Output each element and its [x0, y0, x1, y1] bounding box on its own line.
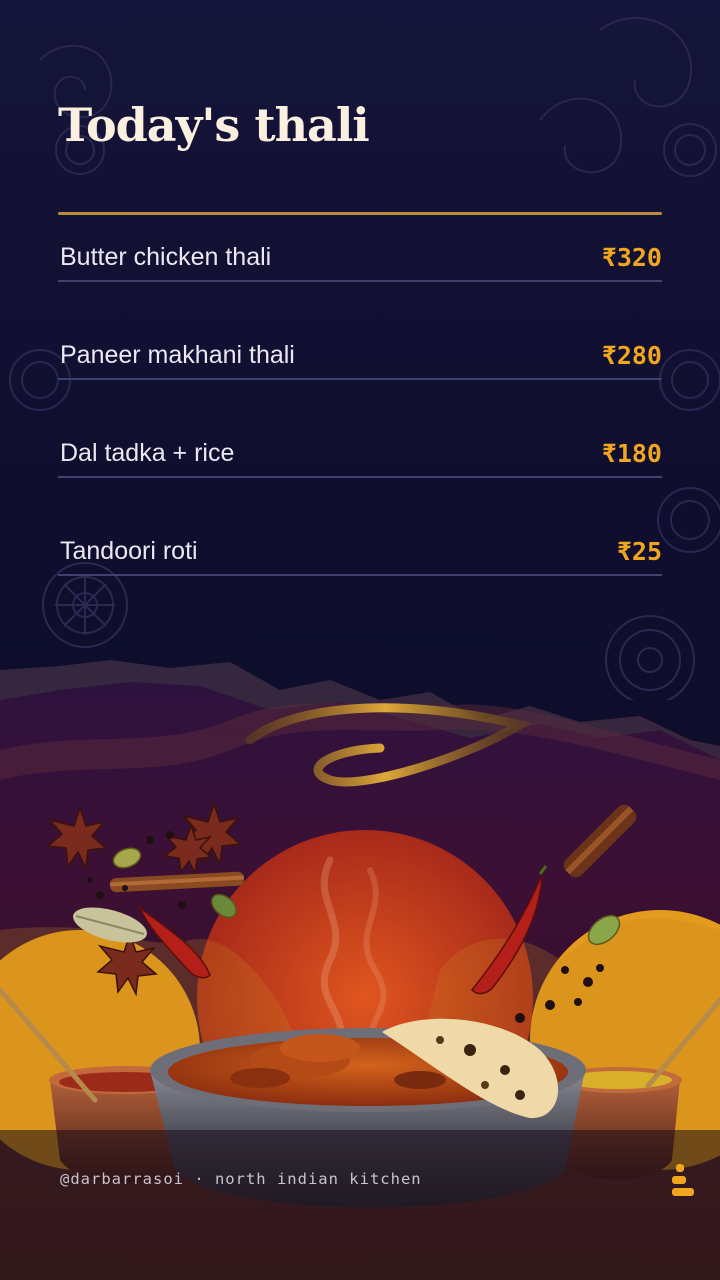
menu-item-price: ₹280 — [601, 341, 662, 370]
story-canvas: Today's thali Butter chicken thali ₹320 … — [0, 0, 720, 1280]
menu-item-price: ₹180 — [601, 439, 662, 468]
footer-handle: @darbarrasoi · north indian kitchen — [60, 1170, 422, 1188]
menu-item: Tandoori roti ₹25 — [58, 478, 662, 576]
menu-item-name: Butter chicken thali — [60, 243, 272, 271]
menu-item-name: Dal tadka + rice — [60, 439, 235, 467]
menu-item-name: Paneer makhani thali — [60, 341, 295, 369]
menu-item-name: Tandoori roti — [60, 537, 198, 565]
menu-item: Paneer makhani thali ₹280 — [58, 282, 662, 380]
menu-item: Butter chicken thali ₹320 — [58, 215, 662, 282]
menu-item-price: ₹25 — [616, 537, 662, 566]
menu-item-price: ₹320 — [601, 243, 662, 272]
page-title: Today's thali — [58, 98, 370, 152]
menu-list: Butter chicken thali ₹320 Paneer makhani… — [58, 215, 662, 576]
brand-bars-icon — [672, 1164, 694, 1196]
menu-item: Dal tadka + rice ₹180 — [58, 380, 662, 478]
